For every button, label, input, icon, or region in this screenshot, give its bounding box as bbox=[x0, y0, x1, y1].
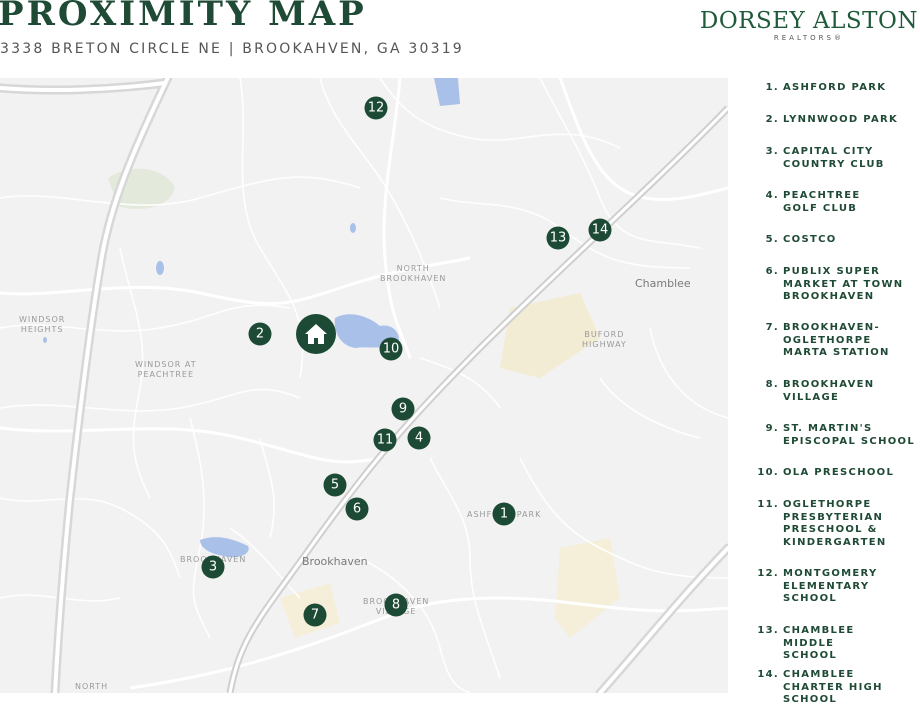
legend-item: 2. LYNNWOOD PARK bbox=[756, 114, 920, 127]
map-label-windsor-at-peachtree: WINDSOR AT PEACHTREE bbox=[135, 360, 197, 379]
legend-number: 13. bbox=[757, 625, 779, 636]
legend-number: 6. bbox=[765, 266, 779, 277]
property-address: 3338 BRETON CIRCLE NE | BROOKAHVEN, GA 3… bbox=[0, 41, 464, 57]
map-marker-11[interactable]: 11 bbox=[373, 428, 397, 452]
legend-item: 8. BROOKHAVEN VILLAGE bbox=[756, 379, 883, 404]
map-street bbox=[429, 457, 501, 679]
map-highway bbox=[53, 78, 170, 693]
map-marker-4[interactable]: 4 bbox=[407, 426, 431, 450]
legend-item: 7. BROOKHAVEN-OGLETHORPE MARTA STATION bbox=[756, 322, 903, 360]
legend-item: 3. CAPITAL CITY COUNTRY CLUB bbox=[756, 146, 895, 171]
legend-item: 1. ASHFORD PARK bbox=[756, 82, 920, 95]
legend-label: OGLETHORPE PRESBYTERIAN PRESCHOOL & KIND… bbox=[783, 499, 887, 548]
map-pond bbox=[43, 337, 47, 343]
legend-item: 13. CHAMBLEE MIDDLE SCHOOL bbox=[756, 625, 883, 663]
map-road bbox=[382, 78, 412, 359]
legend-label: LYNNWOOD PARK bbox=[783, 114, 899, 125]
legend-number: 9. bbox=[765, 423, 779, 434]
map-marker-12[interactable]: 12 bbox=[364, 96, 388, 120]
legend-label: PUBLIX SUPER MARKET AT TOWN BROOKHAVEN bbox=[783, 266, 904, 302]
map-marker-7[interactable]: 7 bbox=[303, 603, 327, 627]
map-marker-3[interactable]: 3 bbox=[201, 555, 225, 579]
map-street bbox=[519, 457, 728, 579]
legend-label: ASHFORD PARK bbox=[783, 82, 887, 93]
map-marker-14[interactable]: 14 bbox=[588, 218, 612, 242]
legend-item: 4. PEACHTREE GOLF CLUB bbox=[756, 190, 883, 215]
legend-label: ST. MARTIN'S EPISCOPAL SCHOOL bbox=[783, 423, 916, 447]
legend-item: 11. OGLETHORPE PRESBYTERIAN PRESCHOOL & K… bbox=[756, 499, 898, 549]
map-marker-10[interactable]: 10 bbox=[379, 337, 403, 361]
home-marker[interactable] bbox=[296, 314, 336, 354]
legend-item: 9. ST. MARTIN'S EPISCOPAL SCHOOL bbox=[756, 423, 920, 448]
map-street bbox=[0, 388, 301, 412]
legend-item: 10. OLA PRESCHOOL bbox=[756, 467, 920, 480]
map-street bbox=[599, 377, 701, 439]
map-street bbox=[0, 176, 361, 206]
map-street bbox=[359, 557, 471, 693]
proximity-map[interactable]: NORTH BROOKHAVEN Chamblee BUFORD HIGHWAY… bbox=[0, 78, 728, 693]
map-pond bbox=[156, 261, 164, 275]
map-marker-8[interactable]: 8 bbox=[384, 593, 408, 617]
legend-label: MONTGOMERY ELEMENTARY SCHOOL bbox=[783, 568, 878, 604]
map-marker-9[interactable]: 9 bbox=[391, 397, 415, 421]
legend-number: 5. bbox=[765, 234, 779, 245]
map-label-north: NORTH bbox=[75, 682, 109, 691]
map-marker-1[interactable]: 1 bbox=[492, 502, 516, 526]
legend-item: 12. MONTGOMERY ELEMENTARY SCHOOL bbox=[756, 568, 893, 606]
legend-number: 10. bbox=[757, 467, 779, 478]
page-title: PROXIMITY MAP bbox=[0, 0, 367, 34]
legend-label: CHAMBLEE MIDDLE SCHOOL bbox=[783, 625, 855, 661]
map-marker-5[interactable]: 5 bbox=[323, 473, 347, 497]
legend-label: CHAMBLEE CHARTER HIGH SCHOOL bbox=[783, 669, 883, 705]
legend-number: 1. bbox=[765, 82, 779, 93]
legend-number: 12. bbox=[757, 568, 779, 579]
map-highway-gray bbox=[50, 78, 173, 693]
legend-item: 5. COSTCO bbox=[756, 234, 920, 247]
map-highway bbox=[598, 546, 728, 693]
legend-number: 3. bbox=[765, 146, 779, 157]
house-icon bbox=[305, 324, 327, 344]
brand-logo: DORSEY ALSTON REALTORS® bbox=[700, 8, 918, 42]
map-label-buford-highway: BUFORD HIGHWAY bbox=[582, 330, 627, 349]
map-street bbox=[649, 327, 728, 419]
legend-label: BROOKHAVEN-OGLETHORPE MARTA STATION bbox=[783, 322, 890, 358]
brand-subtitle: REALTORS® bbox=[773, 34, 844, 42]
legend-number: 7. bbox=[765, 322, 779, 333]
map-label-brookhaven: Brookhaven bbox=[302, 555, 368, 568]
map-label-north-brookhaven: NORTH BROOKHAVEN bbox=[380, 264, 447, 283]
legend-label: BROOKHAVEN VILLAGE bbox=[783, 379, 875, 403]
legend-label: PEACHTREE GOLF CLUB bbox=[783, 190, 861, 214]
map-road bbox=[0, 426, 381, 464]
map-pond bbox=[434, 78, 460, 106]
map-pond bbox=[350, 223, 356, 233]
map-marker-13[interactable]: 13 bbox=[546, 226, 570, 250]
map-street bbox=[189, 417, 211, 639]
legend-number: 14. bbox=[757, 669, 779, 680]
legend-number: 2. bbox=[765, 114, 779, 125]
map-marker-6[interactable]: 6 bbox=[345, 497, 369, 521]
legend-label: OLA PRESCHOOL bbox=[783, 467, 895, 478]
legend-item: 6. PUBLIX SUPER MARKET AT TOWN BROOKHAVEN bbox=[756, 266, 920, 304]
map-label-chamblee: Chamblee bbox=[635, 277, 691, 290]
legend-number: 4. bbox=[765, 190, 779, 201]
legend-number: 11. bbox=[757, 499, 779, 510]
map-marker-2[interactable]: 2 bbox=[248, 322, 272, 346]
legend-number: 8. bbox=[765, 379, 779, 390]
legend-item: 14. CHAMBLEE CHARTER HIGH SCHOOL bbox=[756, 669, 919, 707]
legend-label: COSTCO bbox=[783, 234, 837, 245]
brand-name: DORSEY ALSTON bbox=[699, 8, 918, 34]
map-street bbox=[0, 497, 181, 579]
legend-label: CAPITAL CITY COUNTRY CLUB bbox=[783, 146, 885, 170]
map-label-windsor-heights: WINDSOR HEIGHTS bbox=[19, 315, 66, 334]
map-road bbox=[558, 78, 728, 201]
map-street bbox=[259, 437, 275, 539]
